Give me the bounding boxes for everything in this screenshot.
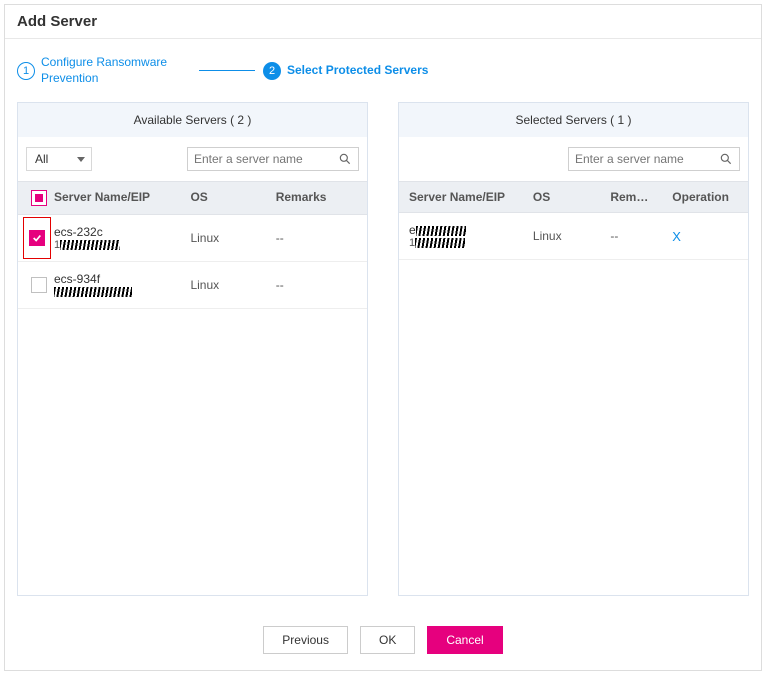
search-icon[interactable] <box>719 152 733 166</box>
table-row[interactable]: ecs-934f Linux -- <box>18 262 367 309</box>
available-title: Available Servers ( 2 ) <box>18 103 367 137</box>
page-title: Add Server <box>17 13 749 30</box>
server-remarks: -- <box>276 231 361 245</box>
ok-button[interactable]: OK <box>360 626 415 654</box>
previous-button[interactable]: Previous <box>263 626 348 654</box>
col-os: OS <box>190 190 275 206</box>
available-header-row: Server Name/EIP OS Remarks <box>18 181 367 215</box>
server-os: Linux <box>190 231 275 245</box>
table-row[interactable]: e 1 Linux -- X <box>399 213 748 260</box>
selected-panel: Selected Servers ( 1 ) Server Name/EIP O… <box>398 102 749 596</box>
col-operation: Operation <box>672 190 742 204</box>
server-remarks: -- <box>610 229 672 243</box>
available-search[interactable] <box>187 147 359 171</box>
wizard-steps: 1 Configure Ransomware Prevention 2 Sele… <box>5 39 761 96</box>
server-name: e <box>409 223 533 237</box>
row-checkbox[interactable] <box>31 277 47 293</box>
col-server-name: Server Name/EIP <box>405 190 533 204</box>
selected-body: e 1 Linux -- X <box>399 213 748 595</box>
search-icon[interactable] <box>338 152 352 166</box>
filter-value: All <box>35 152 48 166</box>
selected-title: Selected Servers ( 1 ) <box>399 103 748 137</box>
server-eip: 1 <box>54 239 190 251</box>
dialog-header: Add Server <box>5 5 761 39</box>
dialog: Add Server 1 Configure Ransomware Preven… <box>4 4 762 671</box>
step-configure-ransomware[interactable]: 1 Configure Ransomware Prevention <box>17 55 191 86</box>
server-eip: 1 <box>409 237 533 249</box>
available-panel: Available Servers ( 2 ) All Server Name/… <box>17 102 368 596</box>
server-name: ecs-232c <box>54 225 190 239</box>
highlighted-checkbox <box>23 217 51 259</box>
select-all-checkbox[interactable] <box>31 190 47 206</box>
selected-search[interactable] <box>568 147 740 171</box>
dialog-footer: Previous OK Cancel <box>5 612 761 670</box>
table-row[interactable]: ecs-232c 1 Linux -- <box>18 215 367 262</box>
server-name: ecs-934f <box>54 272 190 286</box>
server-os: Linux <box>190 278 275 292</box>
col-remarks: Rem… <box>610 190 672 204</box>
cancel-button[interactable]: Cancel <box>427 626 502 654</box>
step2-badge: 2 <box>263 62 281 80</box>
step-select-servers[interactable]: 2 Select Protected Servers <box>263 62 428 80</box>
selected-header-row: Server Name/EIP OS Rem… Operation <box>399 181 748 213</box>
server-eip <box>54 286 190 298</box>
row-checkbox[interactable] <box>29 230 45 246</box>
col-os: OS <box>533 190 610 204</box>
col-server-name: Server Name/EIP <box>54 190 190 206</box>
step2-label: Select Protected Servers <box>287 63 428 79</box>
remove-button[interactable]: X <box>672 229 681 244</box>
selected-search-input[interactable] <box>575 152 719 166</box>
available-search-input[interactable] <box>194 152 338 166</box>
server-os: Linux <box>533 229 610 243</box>
step-connector <box>199 70 255 71</box>
filter-dropdown[interactable]: All <box>26 147 92 171</box>
server-remarks: -- <box>276 278 361 292</box>
available-body: ecs-232c 1 Linux -- ecs-934f Linux -- <box>18 215 367 595</box>
col-remarks: Remarks <box>276 190 361 206</box>
step1-label: Configure Ransomware Prevention <box>41 55 191 86</box>
step1-badge: 1 <box>17 62 35 80</box>
